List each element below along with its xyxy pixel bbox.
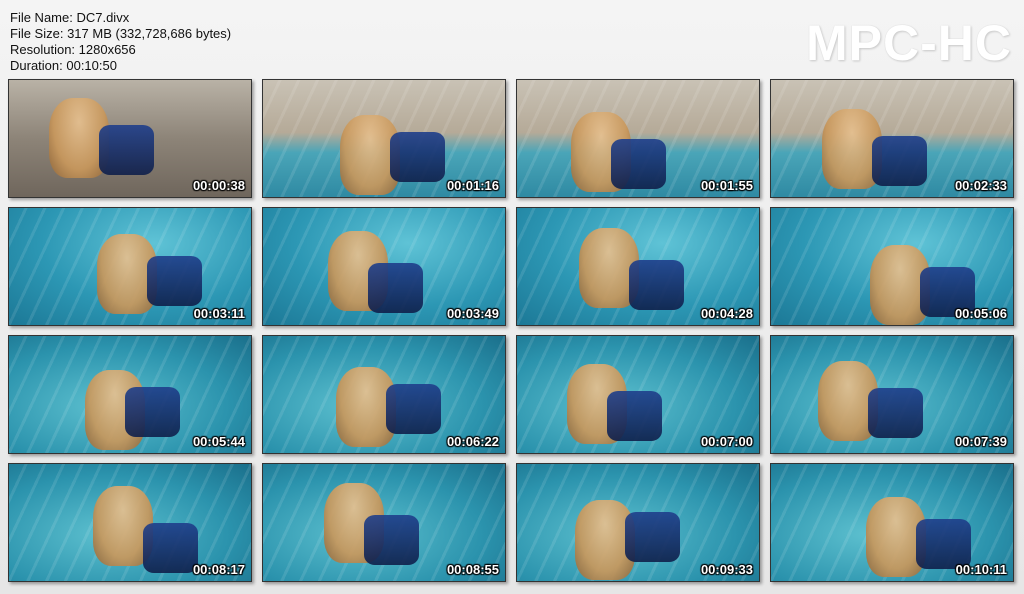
thumbnail-frame[interactable]: 00:01:55	[516, 79, 760, 198]
scuba-gear	[868, 388, 923, 438]
thumbnail-frame[interactable]: 00:00:38	[8, 79, 252, 198]
scuba-gear	[611, 139, 666, 189]
timestamp-label: 00:06:22	[446, 434, 499, 449]
scuba-gear	[390, 132, 445, 182]
thumbnail-frame[interactable]: 00:05:06	[770, 207, 1014, 326]
scuba-gear	[99, 125, 154, 175]
scuba-gear	[368, 263, 423, 313]
thumbnail-frame[interactable]: 00:01:16	[262, 79, 506, 198]
thumbnail-frame[interactable]: 00:03:11	[8, 207, 252, 326]
timestamp-label: 00:02:33	[954, 178, 1007, 193]
thumbnail-frame[interactable]: 00:04:28	[516, 207, 760, 326]
thumbnail-frame[interactable]: 00:08:55	[262, 463, 506, 582]
thumbnail-frame[interactable]: 00:05:44	[8, 335, 252, 454]
thumbnail-frame[interactable]: 00:09:33	[516, 463, 760, 582]
scuba-gear	[629, 260, 684, 310]
scuba-gear	[143, 523, 198, 573]
file-size-text: File Size: 317 MB (332,728,686 bytes)	[10, 26, 232, 41]
mpc-hc-logo: MPC-HC	[806, 15, 1012, 71]
timestamp-label: 00:07:39	[954, 434, 1007, 449]
timestamp-label: 00:08:55	[446, 562, 499, 577]
timestamp-label: 00:05:06	[954, 306, 1007, 321]
scuba-gear	[386, 384, 441, 434]
scuba-gear	[125, 387, 180, 437]
thumbnail-frame[interactable]: 00:06:22	[262, 335, 506, 454]
timestamp-label: 00:03:49	[446, 306, 499, 321]
thumbnail-frame[interactable]: 00:02:33	[770, 79, 1014, 198]
timestamp-label: 00:10:11	[955, 562, 1007, 577]
timestamp-label: 00:00:38	[192, 178, 245, 193]
thumbnail-grid: 00:00:38 00:01:16 00:01:55 00:02:33 00:03:11…	[8, 79, 1016, 585]
file-name-text: File Name: DC7.divx	[10, 10, 130, 25]
timestamp-label: 00:09:33	[700, 562, 753, 577]
resolution-text: Resolution: 1280x656	[10, 42, 136, 57]
thumbnail-frame[interactable]: 00:07:39	[770, 335, 1014, 454]
timestamp-label: 00:04:28	[700, 306, 753, 321]
scuba-gear	[364, 515, 419, 565]
duration-text: Duration: 00:10:50	[10, 58, 117, 73]
scuba-gear	[607, 391, 662, 441]
timestamp-label: 00:08:17	[192, 562, 245, 577]
timestamp-label: 00:05:44	[192, 434, 245, 449]
thumbnail-frame[interactable]: 00:07:00	[516, 335, 760, 454]
scuba-gear	[147, 256, 202, 306]
thumbnail-frame[interactable]: 00:10:11	[770, 463, 1014, 582]
scuba-gear	[872, 136, 927, 186]
timestamp-label: 00:01:55	[700, 178, 753, 193]
thumbnail-frame[interactable]: 00:08:17	[8, 463, 252, 582]
thumbnail-frame[interactable]: 00:03:49	[262, 207, 506, 326]
timestamp-label: 00:07:00	[700, 434, 753, 449]
timestamp-label: 00:03:11	[193, 306, 245, 321]
file-info-panel: File Name: DC7.divx File Size: 317 MB (3…	[10, 10, 231, 74]
scuba-gear	[625, 512, 680, 562]
timestamp-label: 00:01:16	[446, 178, 499, 193]
